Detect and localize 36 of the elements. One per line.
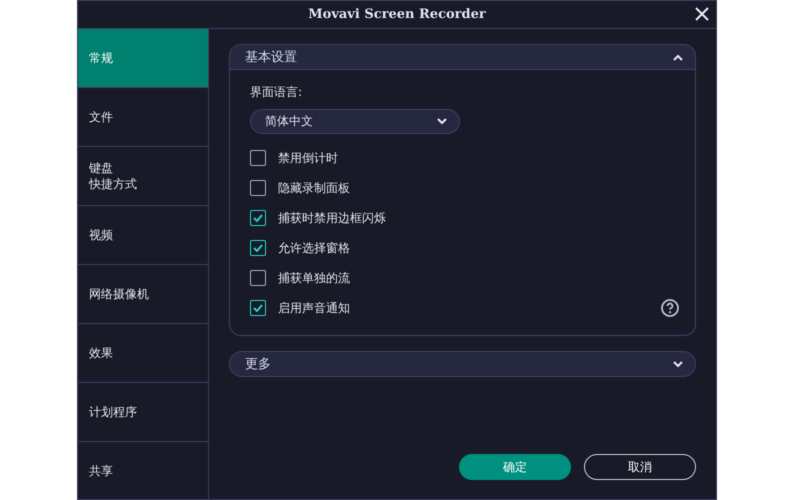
field-label: 界面语言: bbox=[250, 84, 304, 101]
check-icon bbox=[253, 214, 263, 222]
sidebar-item[interactable]: 效果 bbox=[78, 324, 208, 383]
ok-button[interactable]: 确定 bbox=[459, 454, 571, 480]
window-title: Movavi Screen Recorder bbox=[308, 7, 486, 22]
checkbox[interactable] bbox=[250, 210, 266, 226]
checkbox-label: 隐藏录制面板 bbox=[278, 180, 351, 196]
checkbox-label: 允许选择窗格 bbox=[278, 240, 351, 256]
help-icon[interactable] bbox=[661, 299, 679, 317]
close-button[interactable] bbox=[694, 6, 710, 22]
chevron-icon bbox=[437, 118, 447, 125]
sidebar-item[interactable]: 常规 bbox=[78, 29, 208, 88]
checkbox[interactable] bbox=[250, 240, 266, 256]
check-icon bbox=[253, 304, 263, 312]
chevron-icon bbox=[673, 360, 683, 368]
sidebar-item[interactable]: 文件 bbox=[78, 88, 208, 147]
cancel-button[interactable]: 取消 bbox=[584, 454, 696, 480]
sidebar-item[interactable]: 键盘 快捷方式 bbox=[78, 147, 208, 206]
checkbox-label: 启用声音通知 bbox=[278, 300, 351, 316]
checkbox-label: 捕获时禁用边框闪烁 bbox=[278, 210, 387, 226]
check-icon bbox=[253, 244, 263, 252]
checkbox[interactable] bbox=[250, 300, 266, 316]
chevron-icon bbox=[673, 54, 683, 60]
sidebar-item[interactable]: 计划程序 bbox=[78, 383, 208, 442]
language-dropdown[interactable]: 简体中文 bbox=[250, 109, 460, 134]
close-icon bbox=[695, 7, 709, 21]
section-header[interactable]: 基本设置 bbox=[230, 45, 695, 70]
sidebar-item[interactable]: 共享 bbox=[78, 442, 208, 499]
checkbox-label: 捕获单独的流 bbox=[278, 270, 351, 286]
checkbox-label: 禁用倒计时 bbox=[278, 150, 339, 166]
checkbox[interactable] bbox=[250, 180, 266, 196]
section-header[interactable]: 更多 bbox=[230, 352, 695, 376]
checkbox[interactable] bbox=[250, 270, 266, 286]
checkbox[interactable] bbox=[250, 150, 266, 166]
sidebar-item[interactable]: 网络摄像机 bbox=[78, 265, 208, 324]
sidebar-item[interactable]: 视频 bbox=[78, 206, 208, 265]
